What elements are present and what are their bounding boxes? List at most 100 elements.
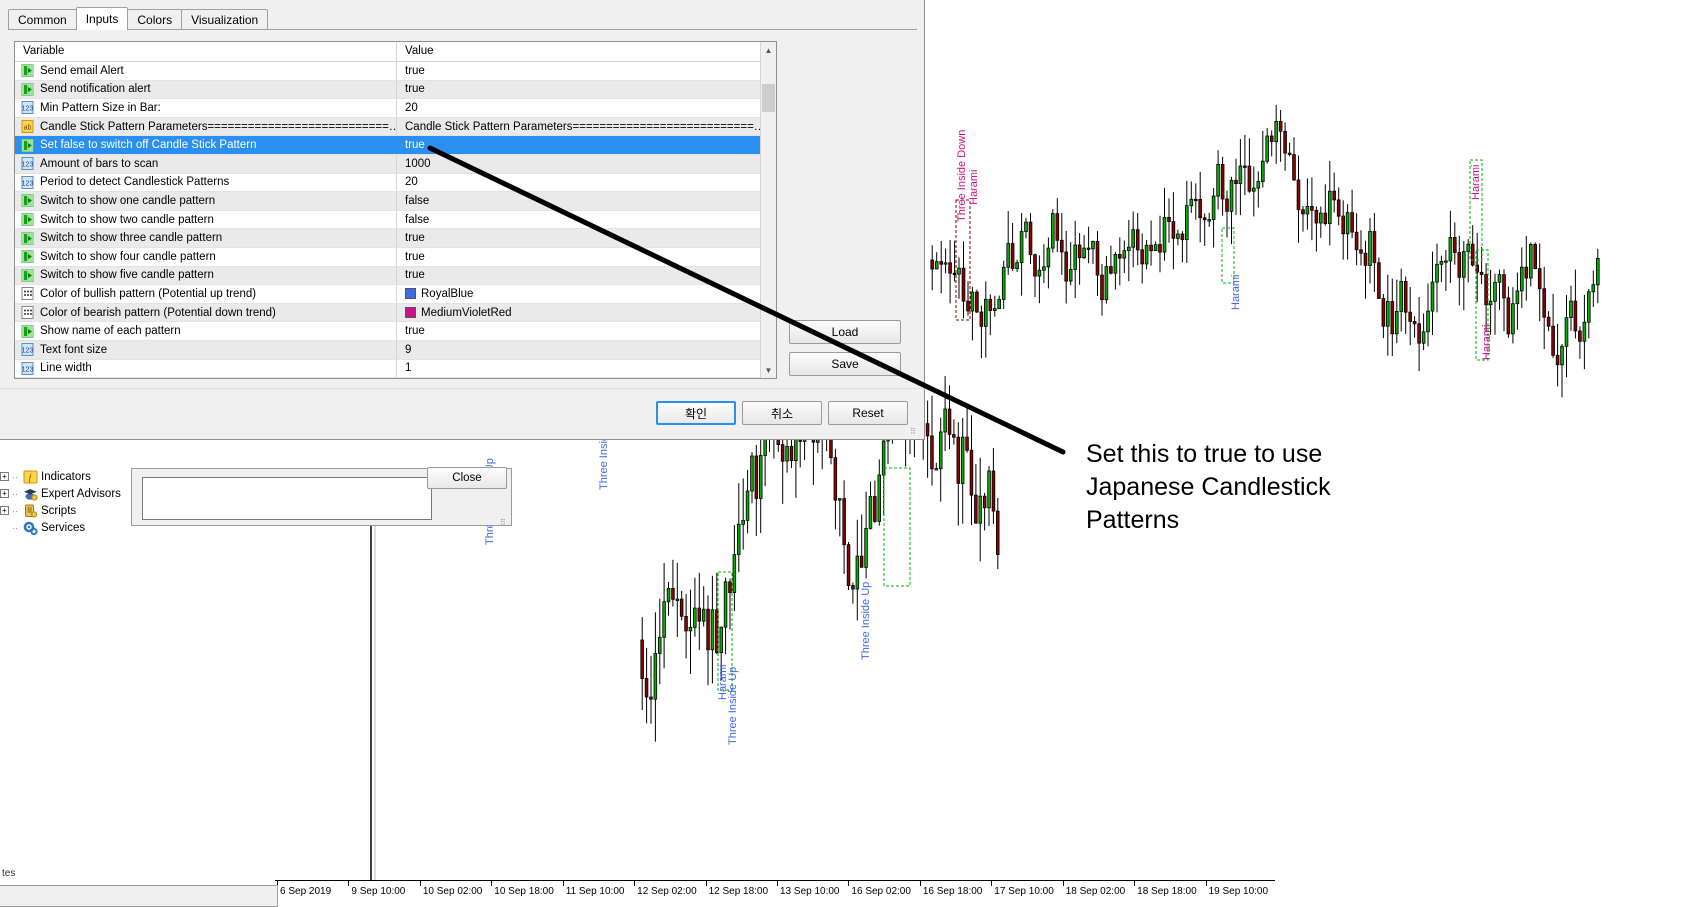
secondary-window-listbox[interactable] xyxy=(142,477,432,520)
table-row[interactable]: 123 Amount of bars to scan 1000 xyxy=(15,155,776,174)
expand-plus-icon[interactable]: + xyxy=(0,472,9,481)
row-variable-label: Amount of bars to scan xyxy=(40,158,158,170)
close-button[interactable]: Close xyxy=(427,467,507,489)
scroll-up-icon[interactable]: ▲ xyxy=(761,42,776,58)
sidebar-item-expert-advisors[interactable]: +··Expert Advisors xyxy=(0,485,130,502)
navigator-panel: +··fIndicators+··Expert Advisors+··Scrip… xyxy=(0,468,130,536)
row-value-cell[interactable]: true xyxy=(397,62,776,80)
resize-grip-icon: ⠿ xyxy=(500,518,510,526)
terminal-status-strip[interactable] xyxy=(0,885,278,907)
row-value-cell[interactable]: true xyxy=(397,229,776,247)
save-button[interactable]: Save xyxy=(789,352,901,376)
row-value-cell[interactable]: 1 xyxy=(397,360,776,378)
row-value-cell[interactable]: true xyxy=(397,248,776,266)
table-row[interactable]: Show name of each patterntrue xyxy=(15,322,776,341)
row-value-cell[interactable]: RoyalBlue xyxy=(397,285,776,303)
table-row[interactable]: Switch to show five candle pattern true xyxy=(15,267,776,286)
row-value-cell[interactable]: 1000 xyxy=(397,155,776,173)
row-variable-label: Switch to show five candle pattern xyxy=(40,269,214,281)
row-variable-cell: 123Min Pattern Size in Bar: xyxy=(15,99,397,117)
table-row[interactable]: Color of bearish pattern (Potential down… xyxy=(15,304,776,323)
row-variable-cell: Send notification alert xyxy=(15,81,397,99)
int-icon: 123 xyxy=(21,343,35,356)
row-value-cell[interactable]: 20 xyxy=(397,99,776,117)
inputs-grid-body: Send email AlerttrueSend notification al… xyxy=(15,62,776,378)
sidebar-item-services[interactable]: ··Services xyxy=(0,519,130,536)
tab-label: Colors xyxy=(137,13,172,27)
axis-tick-label: 18 Sep 02:00 xyxy=(1066,886,1126,897)
row-variable-cell: 123 Amount of bars to scan xyxy=(15,155,397,173)
tab-common[interactable]: Common xyxy=(8,9,77,30)
expand-plus-icon[interactable]: + xyxy=(0,489,9,498)
sidebar-item-label: Scripts xyxy=(41,505,76,517)
row-value-cell[interactable]: MediumVioletRed xyxy=(397,304,776,322)
axis-tick xyxy=(420,881,421,886)
inputs-grid-scrollbar[interactable]: ▲ ▼ xyxy=(760,42,776,378)
row-value-cell[interactable]: false xyxy=(397,192,776,210)
row-value-label: true xyxy=(405,65,425,77)
cancel-button[interactable]: 취소 xyxy=(742,401,822,425)
table-row[interactable]: 123Min Pattern Size in Bar:20 xyxy=(15,99,776,118)
table-row[interactable]: Send notification alert true xyxy=(15,81,776,100)
dialog-separator xyxy=(0,388,925,389)
table-row[interactable]: 123Line width1 xyxy=(15,360,776,379)
row-value-cell[interactable]: true xyxy=(397,267,776,285)
row-value-label: true xyxy=(405,139,425,151)
tab-colors[interactable]: Colors xyxy=(127,9,182,30)
row-value-label: false xyxy=(405,195,429,207)
row-value-label: MediumVioletRed xyxy=(421,307,512,319)
dialog-tabbar: CommonInputs Colors Visualization xyxy=(8,8,267,30)
bool-icon xyxy=(21,139,35,152)
table-row[interactable]: Send email Alerttrue xyxy=(15,62,776,81)
row-value-label: false xyxy=(405,214,429,226)
load-button[interactable]: Load xyxy=(789,320,901,344)
row-value-cell[interactable]: Candle Stick Pattern Parameters=========… xyxy=(397,118,776,136)
row-value-cell[interactable]: 20 xyxy=(397,174,776,192)
axis-tick xyxy=(491,881,492,886)
reset-button[interactable]: Reset xyxy=(828,401,908,425)
row-variable-label: Switch to show three candle pattern xyxy=(40,232,222,244)
terminal-left-label: tes xyxy=(2,868,15,879)
pattern-annotation-label: Harami xyxy=(1470,165,1482,200)
row-variable-cell: Show name of each pattern xyxy=(15,322,397,340)
row-value-cell[interactable]: true xyxy=(397,322,776,340)
axis-tick-label: 18 Sep 18:00 xyxy=(1137,886,1197,897)
row-value-cell[interactable]: false xyxy=(397,211,776,229)
table-row[interactable]: Switch to show one candle patternfalse xyxy=(15,192,776,211)
expand-plus-icon[interactable]: + xyxy=(0,506,9,515)
row-value-cell[interactable]: true xyxy=(397,81,776,99)
row-value-cell[interactable]: 9 xyxy=(397,341,776,359)
scrollbar-thumb[interactable] xyxy=(762,84,775,112)
tab-visualization[interactable]: Visualization xyxy=(181,9,268,30)
row-variable-label: Line width xyxy=(40,362,92,374)
sidebar-item-indicators[interactable]: +··fIndicators xyxy=(0,468,130,485)
table-row[interactable]: 123Text font size9 xyxy=(15,341,776,360)
table-row[interactable]: 123Period to detect Candlestick Patterns… xyxy=(15,174,776,193)
axis-tick-label: 12 Sep 18:00 xyxy=(709,886,769,897)
row-value-label: true xyxy=(405,83,425,95)
row-value-cell[interactable]: true xyxy=(397,136,776,154)
color-icon xyxy=(21,287,35,300)
axis-tick-label: 17 Sep 10:00 xyxy=(994,886,1054,897)
axis-tick xyxy=(1206,881,1207,886)
row-variable-cell: abCandle Stick Pattern Parameters=======… xyxy=(15,118,397,136)
tree-connector-icon: ·· xyxy=(12,472,20,482)
pattern-annotation-label: Harami xyxy=(1481,325,1493,360)
bool-icon xyxy=(21,83,35,96)
table-row[interactable]: Switch to show three candle pattern true xyxy=(15,229,776,248)
pattern-annotation-label: Harami xyxy=(1230,275,1242,310)
table-row[interactable]: Color of bullish pattern (Potential up t… xyxy=(15,285,776,304)
scroll-down-icon[interactable]: ▼ xyxy=(761,362,776,378)
row-value-label: 20 xyxy=(405,176,418,188)
table-row[interactable]: Set false to switch off Candle Stick Pat… xyxy=(15,136,776,155)
ok-button[interactable]: 확인 xyxy=(656,401,736,425)
table-row[interactable]: abCandle Stick Pattern Parameters=======… xyxy=(15,118,776,137)
sidebar-item-scripts[interactable]: +··Scripts xyxy=(0,502,130,519)
int-icon: 123 xyxy=(21,157,35,170)
row-variable-label: Period to detect Candlestick Patterns xyxy=(40,176,229,188)
tree-connector-icon: ·· xyxy=(12,523,20,533)
row-variable-label: Set false to switch off Candle Stick Pat… xyxy=(40,139,256,151)
tab-inputs[interactable]: Inputs xyxy=(76,7,129,30)
table-row[interactable]: Switch to show two candle patternfalse xyxy=(15,211,776,230)
table-row[interactable]: Switch to show four candle patterntrue xyxy=(15,248,776,267)
